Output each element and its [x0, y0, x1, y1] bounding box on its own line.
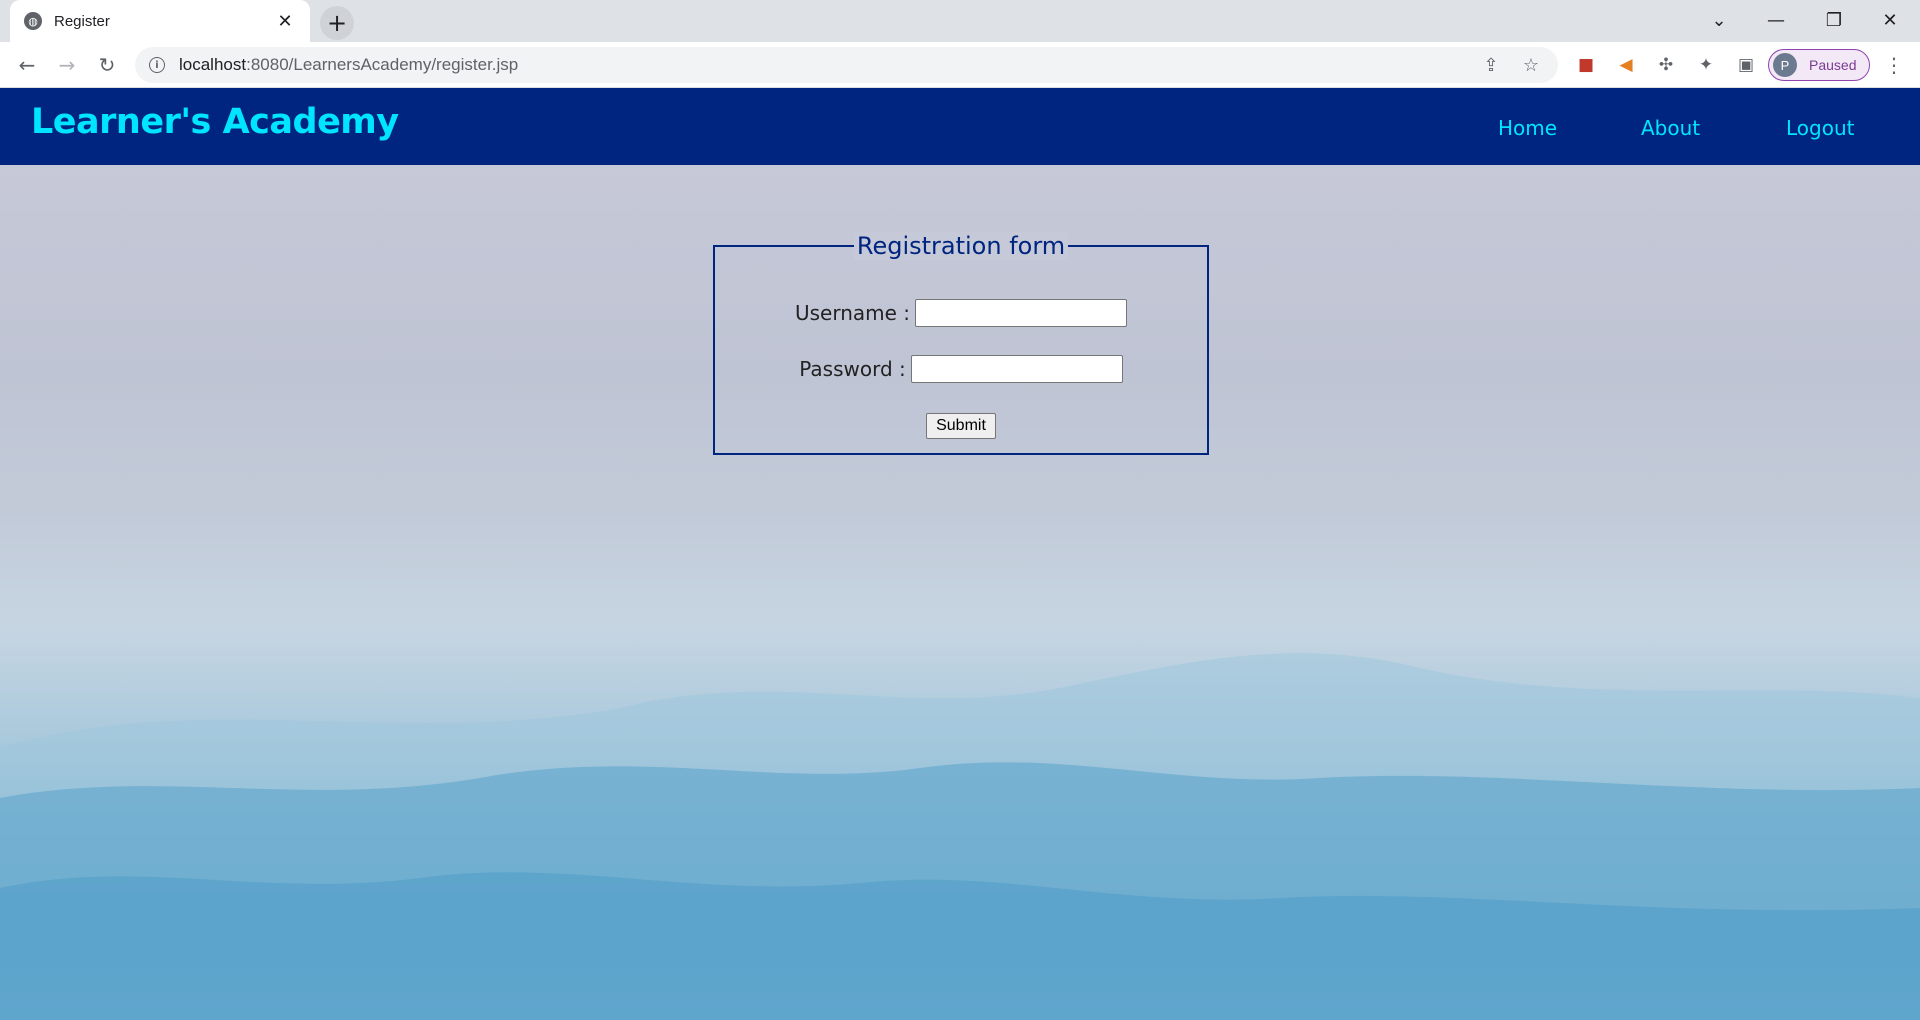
extension-move-icon[interactable]: ✣: [1654, 53, 1678, 77]
back-button[interactable]: ←: [12, 50, 42, 80]
registration-fieldset: Registration form Username : Password : …: [713, 232, 1209, 455]
mountain-background: [0, 653, 1920, 1020]
page-viewport: Learner's Academy Home About Logout Regi…: [0, 88, 1920, 1020]
extension-book-icon[interactable]: ■: [1574, 53, 1598, 77]
url-path: :8080/LearnersAcademy/register.jsp: [246, 55, 519, 74]
registration-legend: Registration form: [715, 232, 1207, 260]
close-window-button[interactable]: ✕: [1866, 4, 1914, 36]
share-icon[interactable]: ⇪: [1478, 55, 1504, 76]
extension-megaphone-icon[interactable]: ◀: [1614, 53, 1638, 77]
legend-text: Registration form: [853, 232, 1069, 260]
url-host: localhost: [179, 55, 247, 74]
password-input[interactable]: [910, 355, 1123, 383]
browser-tab-register[interactable]: ◍ Register ✕: [10, 0, 310, 42]
browser-toolbar: ← → ↻ i localhost:8080/LearnersAcademy/r…: [0, 42, 1920, 88]
profile-status: Paused: [1809, 57, 1857, 73]
tab-title: Register: [54, 12, 110, 30]
submit-row: Submit: [715, 413, 1207, 439]
nav-home-link[interactable]: Home: [1498, 116, 1557, 140]
bookmark-star-icon[interactable]: ☆: [1518, 55, 1544, 76]
close-tab-icon[interactable]: ✕: [274, 11, 296, 32]
submit-button[interactable]: Submit: [926, 413, 996, 439]
reload-button[interactable]: ↻: [92, 50, 122, 80]
password-row: Password :: [715, 355, 1207, 383]
site-brand[interactable]: Learner's Academy: [31, 102, 399, 142]
username-label: Username :: [794, 301, 911, 325]
username-input[interactable]: [915, 299, 1128, 327]
minimize-button[interactable]: —: [1752, 4, 1800, 36]
nav-about-link[interactable]: About: [1641, 116, 1700, 140]
url-text[interactable]: localhost:8080/LearnersAcademy/register.…: [179, 55, 1464, 75]
avatar: P: [1773, 53, 1797, 77]
side-panel-icon[interactable]: ▣: [1734, 53, 1758, 77]
site-header: Learner's Academy Home About Logout: [0, 88, 1920, 165]
tab-strip: ◍ Register ✕ + ⌄ — ❐ ✕: [0, 0, 1920, 42]
forward-button[interactable]: →: [52, 50, 82, 80]
password-label: Password :: [799, 357, 906, 381]
extensions-puzzle-icon[interactable]: ✦: [1694, 53, 1718, 77]
username-row: Username :: [715, 299, 1207, 327]
globe-icon: ◍: [24, 12, 42, 30]
restore-button[interactable]: ❐: [1810, 4, 1858, 36]
tab-search-icon[interactable]: ⌄: [1695, 4, 1743, 36]
profile-button[interactable]: P Paused: [1768, 49, 1870, 81]
site-info-icon[interactable]: i: [149, 57, 165, 73]
browser-menu-icon[interactable]: ⋮: [1884, 53, 1904, 77]
new-tab-button[interactable]: +: [320, 6, 354, 40]
address-bar[interactable]: i localhost:8080/LearnersAcademy/registe…: [135, 47, 1558, 83]
nav-logout-link[interactable]: Logout: [1786, 116, 1854, 140]
